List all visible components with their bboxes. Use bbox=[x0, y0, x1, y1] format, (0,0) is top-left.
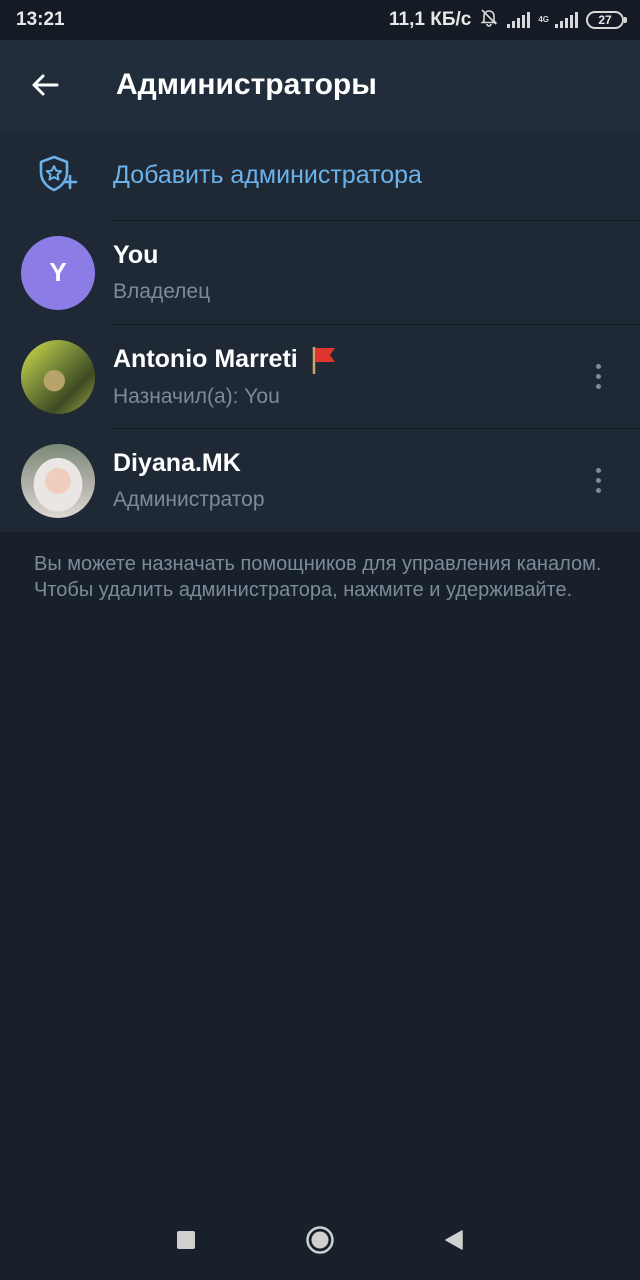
arrow-left-icon bbox=[32, 74, 59, 96]
admin-name-text: Diyana.MK bbox=[113, 449, 241, 477]
admin-name-text: Antonio Marreti bbox=[113, 345, 298, 373]
system-nav-bar bbox=[0, 1200, 640, 1280]
battery-icon: 27 bbox=[586, 11, 627, 29]
admin-row-antonio[interactable]: Antonio Marreti Назначил(а): You bbox=[0, 325, 640, 428]
admin-role: Назначил(а): You bbox=[113, 384, 280, 408]
admin-info: Antonio Marreti Назначил(а): You bbox=[113, 345, 568, 409]
back-nav-button[interactable] bbox=[387, 1200, 521, 1280]
admin-list: Добавить администратора Y You Владелец A… bbox=[0, 130, 640, 532]
signal-icon bbox=[507, 12, 531, 28]
avatar bbox=[21, 339, 95, 414]
more-options-button[interactable] bbox=[568, 451, 628, 511]
circle-icon bbox=[306, 1226, 334, 1254]
net-speed: 11,1 КБ/с bbox=[389, 9, 472, 30]
admin-row-diyana[interactable]: Diyana.MK Администратор bbox=[0, 429, 640, 532]
admin-name: Antonio Marreti bbox=[113, 345, 568, 375]
admin-info: You Владелец bbox=[113, 241, 640, 304]
hint-text: Вы можете назначать помощников для управ… bbox=[34, 553, 602, 601]
muted-bell-icon bbox=[479, 7, 499, 33]
admin-role: Администратор bbox=[113, 488, 265, 511]
more-options-button[interactable] bbox=[568, 347, 628, 407]
add-admin-button[interactable]: Добавить администратора bbox=[0, 130, 640, 220]
status-time: 13:21 bbox=[16, 9, 65, 30]
back-button[interactable] bbox=[0, 40, 90, 130]
battery-level: 27 bbox=[598, 13, 612, 27]
signal-2-icon bbox=[555, 12, 578, 28]
avatar-letter: Y bbox=[49, 257, 67, 287]
status-bar: 13:21 11,1 КБ/с 4G 27 bbox=[0, 0, 640, 40]
status-icons: 11,1 КБ/с 4G 27 bbox=[389, 7, 627, 33]
admin-info: Diyana.MK Администратор bbox=[113, 449, 568, 512]
red-flag-icon bbox=[312, 346, 335, 374]
add-admin-label: Добавить администратора bbox=[113, 160, 422, 189]
page-title: Администраторы bbox=[116, 68, 377, 101]
triangle-back-icon bbox=[445, 1230, 463, 1250]
home-button[interactable] bbox=[253, 1200, 387, 1280]
network-type-label: 4G bbox=[538, 15, 549, 24]
shield-star-plus-icon bbox=[0, 152, 113, 198]
admin-row-you[interactable]: Y You Владелец bbox=[0, 221, 640, 324]
app-bar: Администраторы bbox=[0, 40, 640, 130]
admin-role: Владелец bbox=[113, 280, 211, 303]
avatar: Y bbox=[21, 235, 95, 310]
admin-name: You bbox=[113, 241, 640, 270]
admin-name-text: You bbox=[113, 241, 159, 269]
recents-button[interactable] bbox=[119, 1200, 253, 1280]
avatar bbox=[21, 443, 95, 518]
square-icon bbox=[177, 1231, 195, 1249]
admin-name: Diyana.MK bbox=[113, 449, 568, 478]
